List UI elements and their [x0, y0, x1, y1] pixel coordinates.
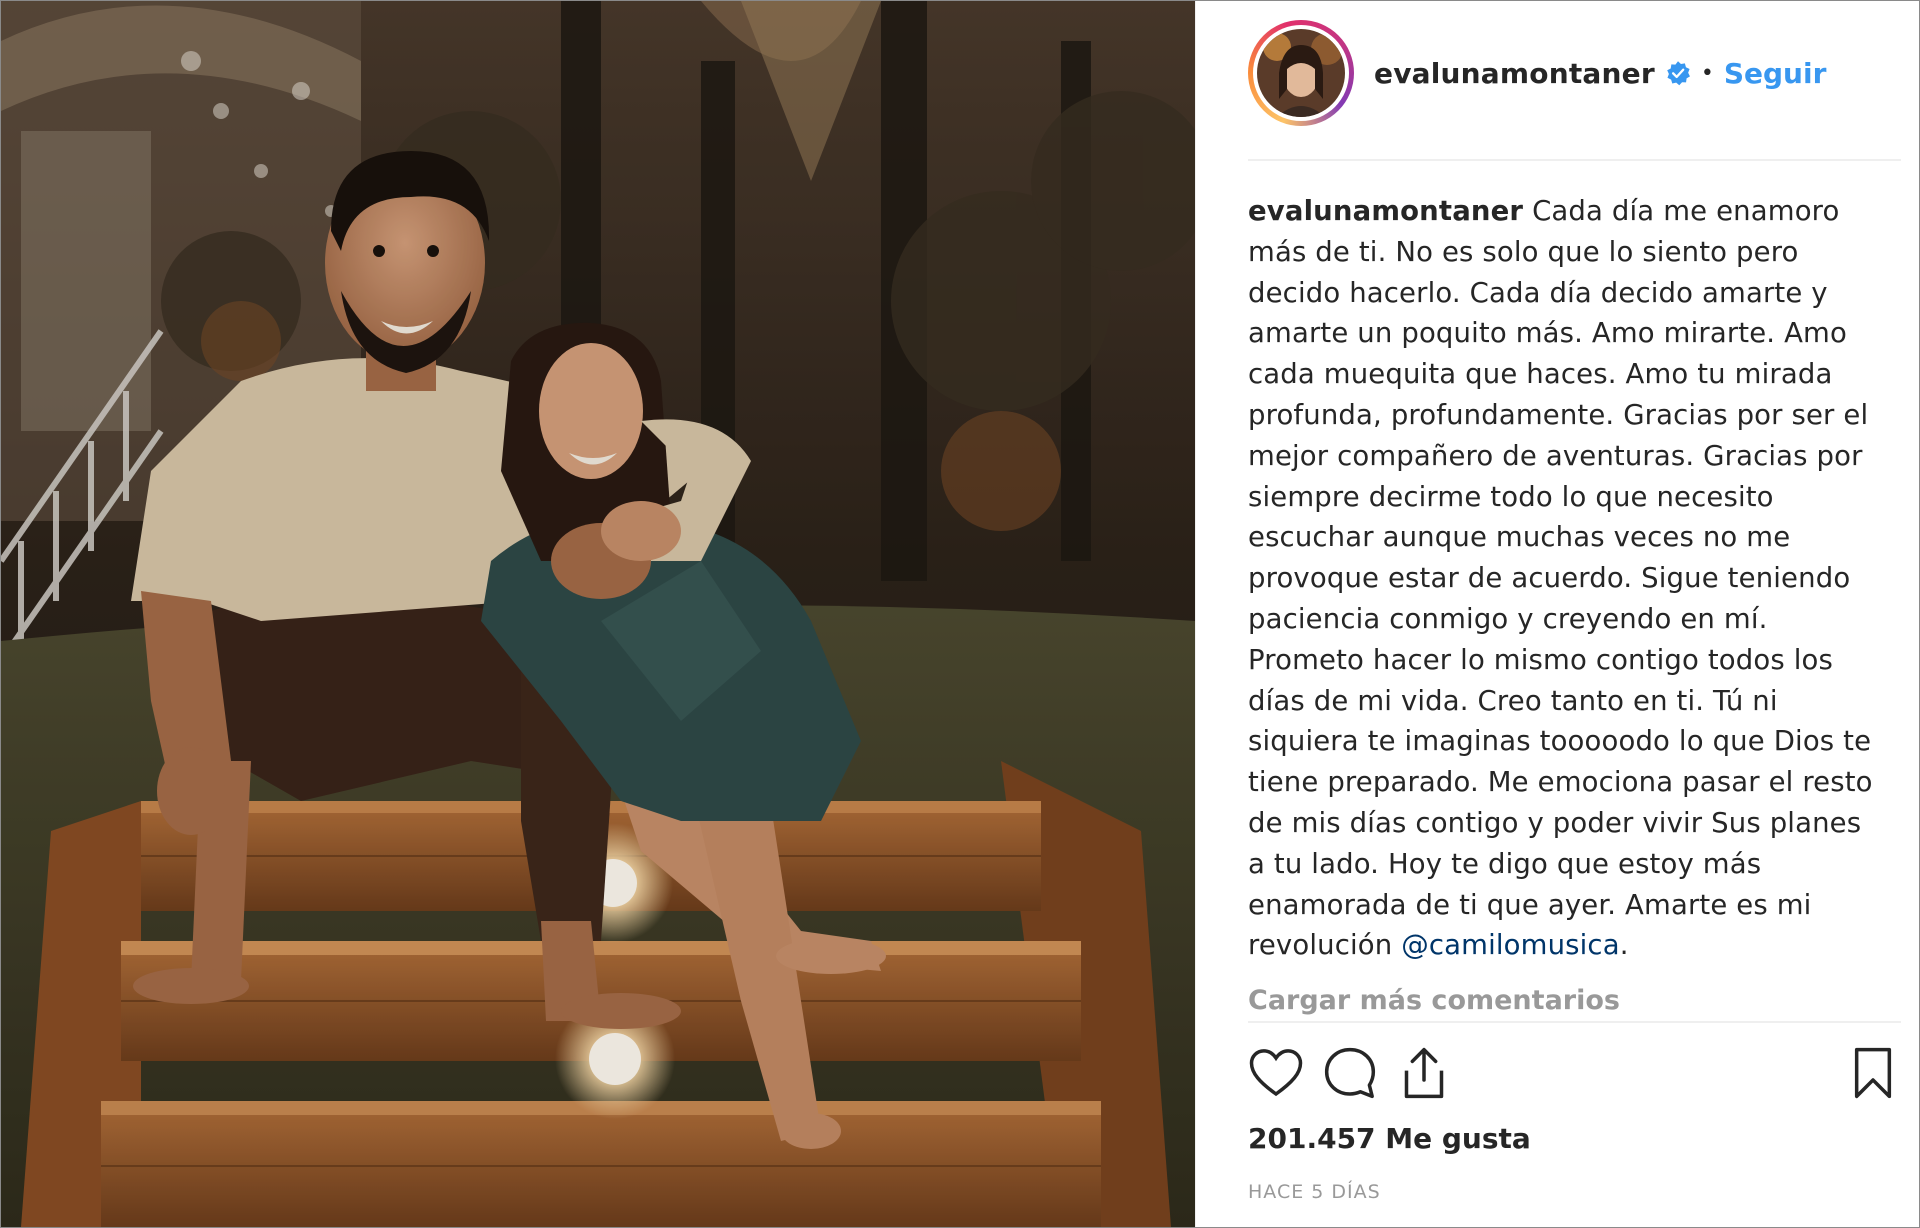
share-icon[interactable]: [1396, 1045, 1452, 1101]
post-caption: evalunamontaner Cada día me enamoro más …: [1248, 191, 1879, 966]
instagram-post: evalunamontaner • Seguir evalunamontaner…: [0, 0, 1920, 1228]
caption-username-link[interactable]: evalunamontaner: [1248, 195, 1523, 227]
photo-illustration: [1, 1, 1195, 1227]
comment-icon[interactable]: [1322, 1045, 1378, 1101]
post-header: evalunamontaner • Seguir: [1248, 1, 1901, 161]
follow-button[interactable]: Seguir: [1724, 57, 1827, 90]
action-bar: [1248, 1021, 1901, 1133]
username-link[interactable]: evalunamontaner: [1374, 57, 1655, 90]
likes-count[interactable]: 201.457 Me gusta: [1248, 1122, 1531, 1155]
avatar-image: [1257, 29, 1345, 117]
caption-text: Cada día me enamoro más de ti. No es sol…: [1248, 195, 1873, 962]
verified-badge-icon: [1667, 61, 1690, 86]
load-more-comments-button[interactable]: Cargar más comentarios: [1248, 985, 1620, 1016]
story-ring[interactable]: [1248, 20, 1354, 126]
heart-icon[interactable]: [1248, 1045, 1304, 1101]
caption-trailing: .: [1619, 929, 1629, 962]
avatar[interactable]: [1257, 29, 1345, 117]
post-photo[interactable]: [1, 1, 1195, 1227]
bookmark-icon[interactable]: [1845, 1045, 1901, 1101]
post-timestamp[interactable]: HACE 5 DÍAS: [1248, 1181, 1381, 1203]
mention-link[interactable]: @camilomusica: [1401, 929, 1619, 961]
separator-dot: •: [1700, 60, 1714, 86]
post-details-panel: evalunamontaner • Seguir evalunamontaner…: [1195, 1, 1919, 1227]
